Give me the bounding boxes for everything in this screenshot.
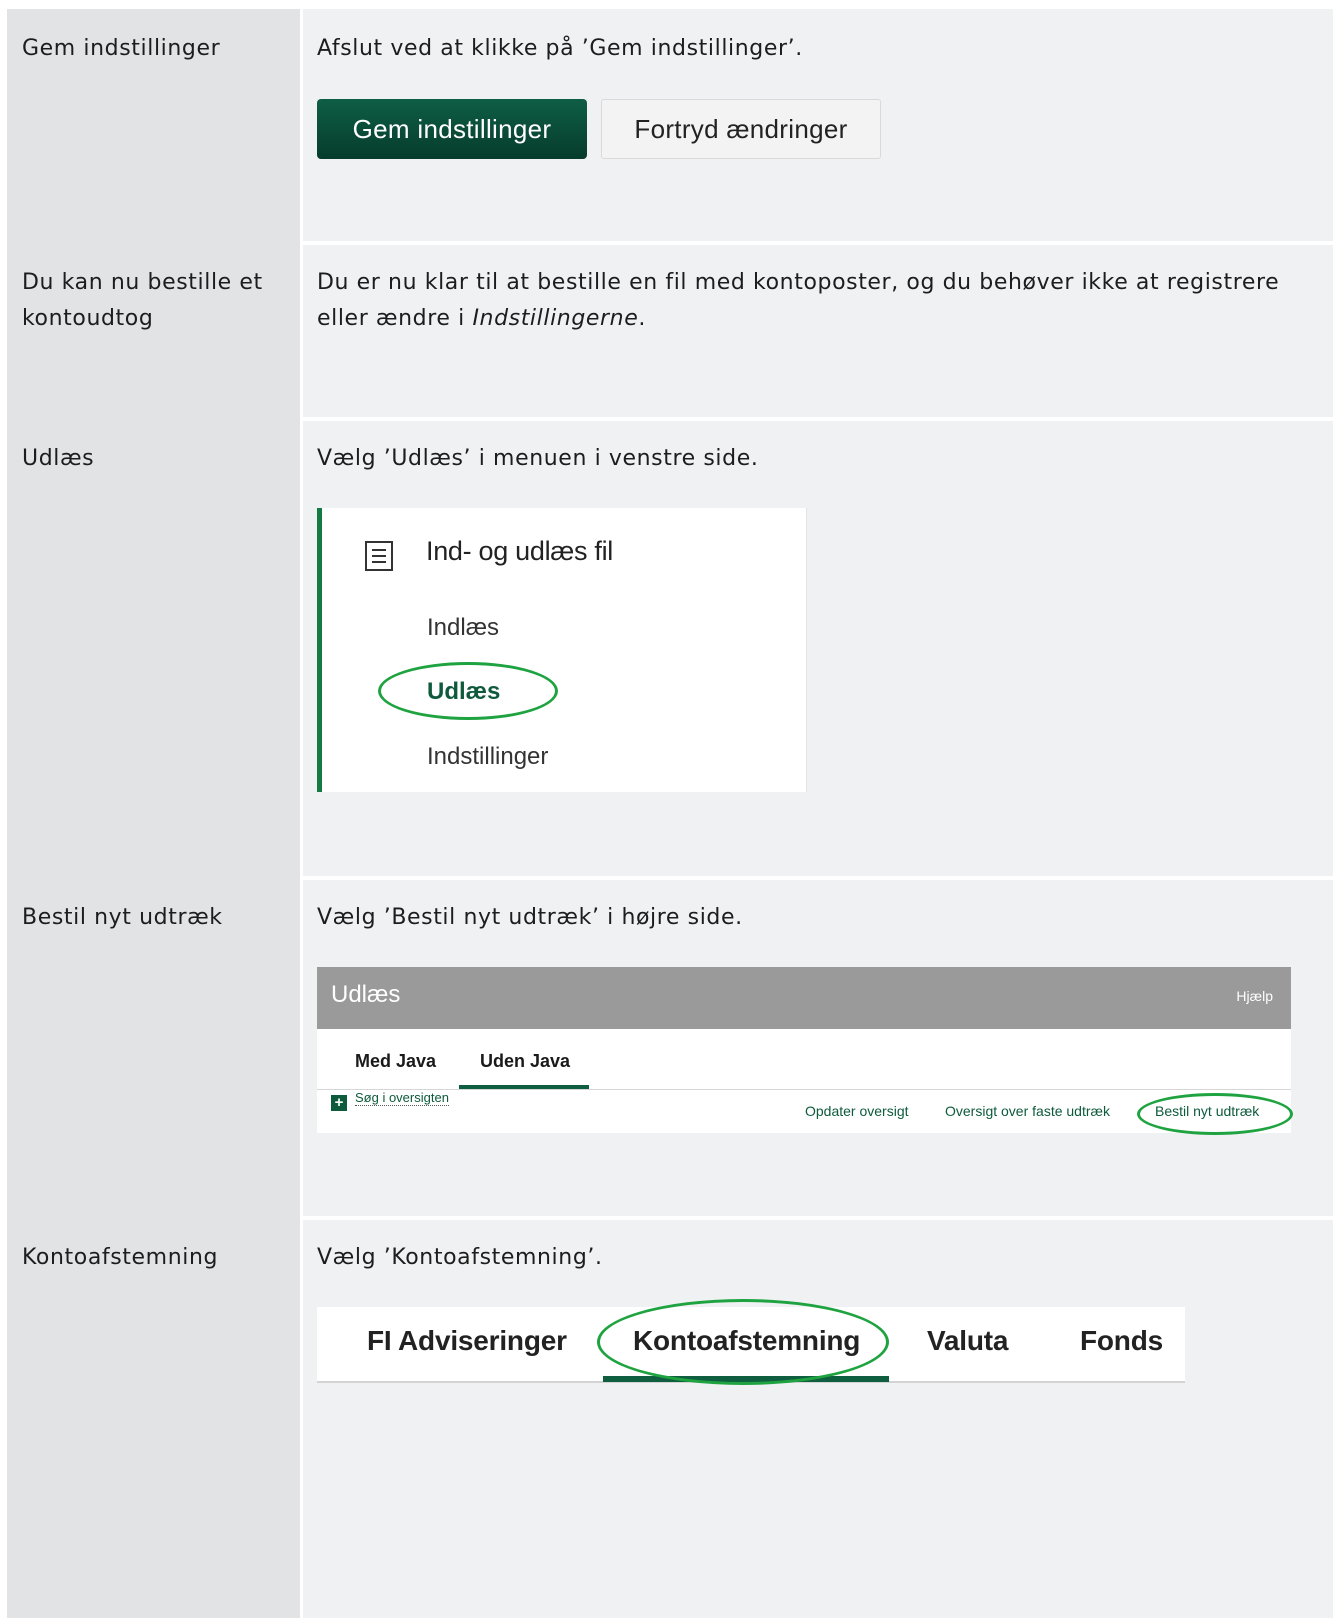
plus-icon[interactable]: +: [331, 1095, 347, 1111]
highlight-circle: [597, 1299, 889, 1385]
menu-screenshot: Ind- og udlæs fil Indlæs Udlæs Indstilli…: [317, 508, 807, 792]
step-description: Vælg ’Udlæs’ i menuen i venstre side.: [317, 446, 759, 471]
highlight-circle: [378, 662, 558, 720]
highlight-circle: [1137, 1093, 1293, 1135]
tab-valuta[interactable]: Valuta: [927, 1325, 1008, 1357]
document-list-icon: [365, 541, 393, 571]
step-label-line2: kontoudtog: [22, 306, 154, 331]
menu-item-indstillinger[interactable]: Indstillinger: [427, 743, 548, 771]
desc-emphasis: Indstillingerne: [472, 306, 639, 331]
tab-uden-java[interactable]: Uden Java: [480, 1051, 570, 1072]
step-row-udlaes: Vælg ’Udlæs’ i menuen i venstre side. In…: [303, 421, 1333, 876]
step-label-line1: Du kan nu bestille et: [22, 270, 263, 295]
refresh-overview-link[interactable]: Opdater oversigt: [805, 1103, 909, 1119]
instruction-table: Gem indstillinger Afslut ved at klikke p…: [7, 9, 1333, 1618]
step-description: Afslut ved at klikke på ’Gem indstilling…: [317, 36, 803, 61]
step-description: Vælg ’Bestil nyt udtræk’ i højre side.: [317, 905, 743, 930]
tab-fi-adviseringer[interactable]: FI Adviseringer: [367, 1325, 567, 1357]
step-row-kontoafstemning: Vælg ’Kontoafstemning’. FI Adviseringer …: [303, 1220, 1333, 1618]
step-label: Udlæs: [22, 446, 95, 471]
tab-med-java[interactable]: Med Java: [355, 1051, 436, 1072]
tab-divider: [317, 1089, 1291, 1090]
step-label: Gem indstillinger: [22, 36, 221, 61]
menu-item-indlaes[interactable]: Indlæs: [427, 614, 499, 642]
step-description-line2: eller ændre i Indstillingerne.: [317, 301, 646, 337]
save-settings-button[interactable]: Gem indstillinger: [317, 99, 587, 159]
step-content: Afslut ved at klikke på ’Gem indstilling…: [303, 9, 1333, 241]
search-overview-link[interactable]: Søg i oversigten: [355, 1090, 449, 1106]
udlaes-panel-screenshot: Udlæs Hjælp Med Java Uden Java + Søg i o…: [317, 967, 1293, 1135]
step-label: Kontoafstemning: [22, 1245, 219, 1270]
fixed-extracts-link[interactable]: Oversigt over faste udtræk: [945, 1103, 1110, 1119]
step-description-line1: Du er nu klar til at bestille en fil med…: [317, 270, 1280, 295]
help-link[interactable]: Hjælp: [1236, 988, 1273, 1004]
step-row-bestil-nyt-udtraek: Vælg ’Bestil nyt udtræk’ i højre side. U…: [303, 880, 1333, 1216]
desc-suffix: .: [638, 306, 646, 331]
panel-header: Udlæs Hjælp: [317, 967, 1291, 1029]
label-column: [7, 9, 300, 1618]
undo-changes-button[interactable]: Fortryd ændringer: [601, 99, 881, 159]
panel-title: Udlæs: [331, 981, 401, 1008]
menu-section-title: Ind- og udlæs fil: [426, 536, 613, 566]
tabs-screenshot: FI Adviseringer Kontoafstemning Valuta F…: [317, 1299, 1185, 1385]
step-description: Vælg ’Kontoafstemning’.: [317, 1245, 603, 1270]
step-label: Bestil nyt udtræk: [22, 905, 223, 930]
desc-prefix: eller ændre i: [317, 306, 473, 331]
step-row-bestille-kontoudtog: Du er nu klar til at bestille en fil med…: [303, 245, 1333, 417]
tab-fonds[interactable]: Fonds: [1080, 1325, 1163, 1357]
